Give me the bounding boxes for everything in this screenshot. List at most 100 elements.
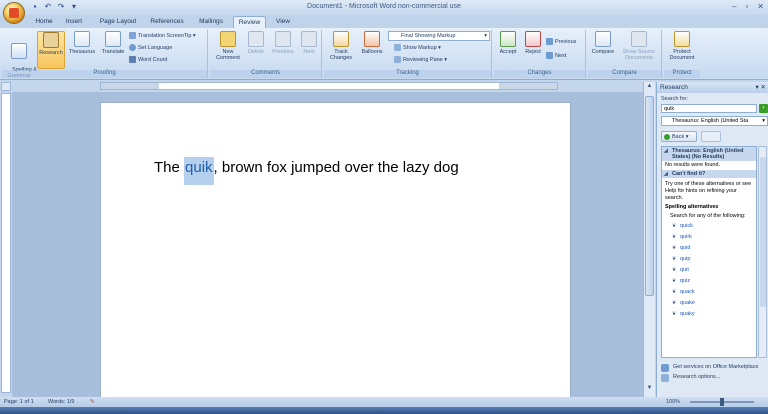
tab-references[interactable]: References xyxy=(148,16,186,28)
translation-screentip-button[interactable]: Translation ScreenTip ▾ xyxy=(129,32,196,39)
previous-comment-button[interactable]: Previous xyxy=(269,31,297,55)
search-input[interactable]: quik xyxy=(661,104,757,113)
reference-source-select[interactable]: Thesaurus: English (United Sta ▾ xyxy=(661,116,768,126)
spelling-check-icon xyxy=(11,43,27,59)
research-button[interactable]: Research xyxy=(37,31,65,69)
suggestion-link[interactable]: quip xyxy=(662,254,756,265)
suggestion-link[interactable]: quirk xyxy=(662,232,756,243)
vertical-ruler[interactable] xyxy=(1,93,11,393)
back-button[interactable]: Back ▾ xyxy=(661,131,697,142)
reject-icon xyxy=(525,31,541,47)
results-scroll-thumb[interactable] xyxy=(760,157,766,307)
results-scrollbar[interactable] xyxy=(758,146,767,358)
ruler-toggle[interactable] xyxy=(1,82,11,91)
comments-group-label: Comments xyxy=(210,70,321,78)
page-count[interactable]: Page: 1 of 1 xyxy=(4,397,34,407)
selected-word[interactable]: quik xyxy=(184,157,214,185)
zoom-slider[interactable] xyxy=(690,398,754,406)
forward-button[interactable] xyxy=(701,131,721,142)
proofing-group: Spelling & Grammar Research Thesaurus Tr… xyxy=(2,30,208,79)
document-scrollbar[interactable]: ▲ ▼ xyxy=(643,82,655,397)
compare-button[interactable]: Compare xyxy=(589,31,617,55)
document-text[interactable]: The quik, brown fox jumped over the lazy… xyxy=(154,157,459,185)
compare-group-label: Compare xyxy=(588,70,661,78)
balloons-icon xyxy=(364,31,380,47)
research-pane-footer: Get services on Office Marketplace Resea… xyxy=(661,364,759,384)
office-marketplace-link[interactable]: Get services on Office Marketplace xyxy=(661,364,759,372)
new-comment-button[interactable]: New Comment xyxy=(213,31,243,61)
suggestion-link[interactable]: quick xyxy=(662,221,756,232)
suggestion-link[interactable]: quaky xyxy=(662,309,756,320)
search-for-label: Search for: xyxy=(661,96,688,102)
cant-find-section-header[interactable]: Can't find it? xyxy=(662,170,756,178)
show-markup-button[interactable]: Show Markup ▾ xyxy=(394,44,441,51)
translation-tip-icon xyxy=(129,32,136,39)
tab-review[interactable]: Review xyxy=(233,16,266,28)
close-icon[interactable]: ✕ xyxy=(757,2,764,11)
reject-button[interactable]: Reject xyxy=(521,31,545,55)
translate-button[interactable]: Translate xyxy=(98,31,128,55)
compare-icon xyxy=(595,31,611,47)
search-any-text: Search for any of the following: xyxy=(670,213,746,219)
suggestion-link[interactable]: quake xyxy=(662,298,756,309)
markup-display-select[interactable]: Final Showing Markup ▾ xyxy=(388,31,490,41)
zoom-slider-knob[interactable] xyxy=(720,398,724,406)
tab-home[interactable]: Home xyxy=(33,16,55,28)
ribbon: Spelling & Grammar Research Thesaurus Tr… xyxy=(0,28,768,80)
delete-comment-icon xyxy=(248,31,264,47)
next-comment-button[interactable]: Next xyxy=(298,31,320,55)
minimize-icon[interactable]: – xyxy=(732,2,736,11)
suggestion-link[interactable]: quit xyxy=(662,265,756,276)
suggestion-link[interactable]: quiz xyxy=(662,276,756,287)
tracking-group-label: Tracking xyxy=(324,70,491,78)
search-go-button[interactable]: › xyxy=(759,104,768,113)
research-book-icon xyxy=(43,32,59,48)
title-bar: ▪ ↶ ↷ ▾ Document1 - Microsoft Word non-c… xyxy=(0,0,768,24)
tab-view[interactable]: View xyxy=(272,16,294,28)
chevron-down-icon: ▾ xyxy=(762,118,765,124)
proofing-status-icon[interactable]: ✎ xyxy=(90,397,95,407)
protect-group-label: Protect xyxy=(664,70,700,78)
set-language-button[interactable]: Set Language xyxy=(129,44,172,51)
research-options-icon xyxy=(661,374,669,382)
reviewing-pane-icon xyxy=(394,56,401,63)
protect-document-button[interactable]: Protect Document xyxy=(665,31,699,61)
thesaurus-button[interactable]: Thesaurus xyxy=(67,31,97,55)
spelling-alternatives-title: Spelling alternatives xyxy=(665,204,719,210)
research-options-link[interactable]: Research options... xyxy=(661,374,759,382)
close-pane-icon[interactable]: ▾ ✕ xyxy=(755,82,766,93)
tab-mailings[interactable]: Mailings xyxy=(196,16,226,28)
show-source-documents-button[interactable]: Show Source Documents xyxy=(618,31,660,61)
thesaurus-book-icon xyxy=(74,31,90,47)
next-comment-icon xyxy=(301,31,317,47)
tab-page-layout[interactable]: Page Layout xyxy=(97,16,139,28)
suggestion-link[interactable]: quack xyxy=(662,287,756,298)
previous-change-icon xyxy=(546,38,553,45)
ruler-left-margin xyxy=(101,83,159,89)
track-changes-button[interactable]: Track Changes xyxy=(326,31,356,61)
new-comment-icon xyxy=(220,31,236,47)
reviewing-pane-button[interactable]: Reviewing Pane ▾ xyxy=(394,56,447,63)
previous-change-button[interactable]: Previous xyxy=(546,38,576,45)
word-count-button[interactable]: Word Count xyxy=(129,56,167,63)
suggestion-link[interactable]: quid xyxy=(662,243,756,254)
scroll-down-icon[interactable]: ▼ xyxy=(645,385,654,394)
horizontal-ruler[interactable] xyxy=(100,82,558,90)
marketplace-icon xyxy=(661,364,669,372)
zoom-level[interactable]: 100% xyxy=(666,397,680,407)
tab-insert[interactable]: Insert xyxy=(62,16,86,28)
document-page[interactable]: The quik, brown fox jumped over the lazy… xyxy=(100,102,571,402)
balloons-button[interactable]: Balloons xyxy=(357,31,387,55)
scroll-up-icon[interactable]: ▲ xyxy=(645,83,654,92)
research-pane: Research ▾ ✕ Search for: quik › Thesauru… xyxy=(656,82,768,397)
thesaurus-section-header[interactable]: Thesaurus: English (United States) (No R… xyxy=(662,147,756,161)
changes-group-label: Changes xyxy=(494,70,585,78)
office-button[interactable] xyxy=(3,2,25,24)
delete-comment-button[interactable]: Delete xyxy=(244,31,268,55)
scroll-thumb[interactable] xyxy=(645,96,654,296)
accept-button[interactable]: Accept xyxy=(496,31,520,55)
word-count[interactable]: Words: 1/9 xyxy=(48,397,75,407)
maximize-icon[interactable]: ▫ xyxy=(745,2,748,11)
changes-group: Accept Reject Previous Next Changes xyxy=(494,30,586,78)
next-change-button[interactable]: Next xyxy=(546,52,566,59)
